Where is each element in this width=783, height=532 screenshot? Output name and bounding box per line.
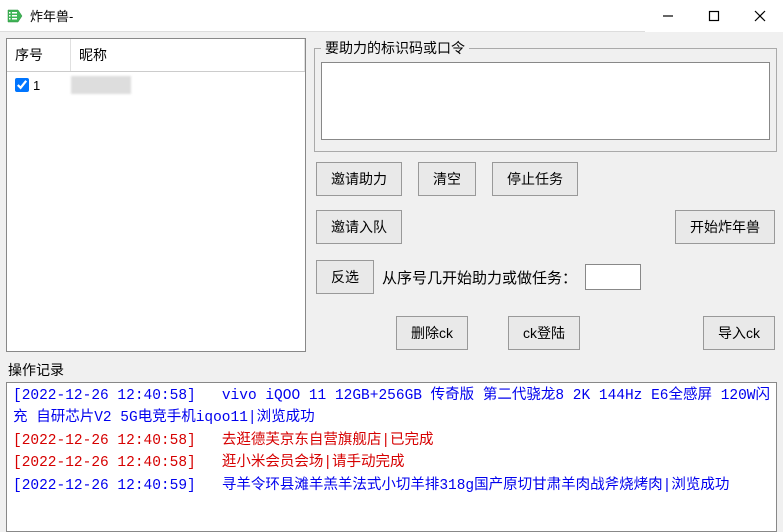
table-row[interactable]: 1	[7, 72, 305, 98]
idcode-group: 要助力的标识码或口令	[314, 38, 777, 152]
row-nick	[71, 76, 297, 94]
app-icon	[6, 7, 24, 25]
log-line: [2022-12-26 12:40:58] 去逛德芙京东自营旗舰店|已完成	[13, 430, 770, 452]
seq-start-label: 从序号几开始助力或做任务：	[382, 267, 577, 288]
maximize-button[interactable]	[691, 0, 737, 32]
row-checkbox[interactable]	[15, 78, 29, 92]
invite-help-button[interactable]: 邀请助力	[316, 162, 402, 196]
delete-ck-button[interactable]: 删除ck	[396, 316, 468, 350]
log-box[interactable]: [2022-12-26 12:40:58] vivo iQOO 11 12GB+…	[6, 382, 777, 532]
row-seq: 1	[33, 78, 40, 93]
close-button[interactable]	[737, 0, 783, 32]
idcode-input[interactable]	[321, 62, 770, 140]
start-nian-button[interactable]: 开始炸年兽	[675, 210, 775, 244]
idcode-legend: 要助力的标识码或口令	[321, 38, 469, 58]
log-label: 操作记录	[0, 358, 783, 382]
col-header-nick[interactable]: 昵称	[71, 39, 305, 71]
minimize-button[interactable]	[645, 0, 691, 32]
invite-team-button[interactable]: 邀请入队	[316, 210, 402, 244]
seq-start-input[interactable]	[585, 264, 641, 290]
ck-login-button[interactable]: ck登陆	[508, 316, 580, 350]
titlebar: 炸年兽-	[0, 0, 783, 32]
log-line: [2022-12-26 12:40:59] 寻羊令环县滩羊羔羊法式小切羊排318…	[13, 475, 770, 497]
import-ck-button[interactable]: 导入ck	[703, 316, 775, 350]
log-line: [2022-12-26 12:40:58] vivo iQOO 11 12GB+…	[13, 385, 770, 430]
account-table: 序号 昵称 1	[6, 38, 306, 352]
invert-select-button[interactable]: 反选	[316, 260, 374, 294]
clear-button[interactable]: 清空	[418, 162, 476, 196]
window-title: 炸年兽-	[30, 6, 645, 25]
stop-task-button[interactable]: 停止任务	[492, 162, 578, 196]
redacted-nick	[71, 76, 131, 94]
log-line: [2022-12-26 12:40:58] 逛小米会员会场|请手动完成	[13, 452, 770, 474]
col-header-seq[interactable]: 序号	[7, 39, 71, 71]
